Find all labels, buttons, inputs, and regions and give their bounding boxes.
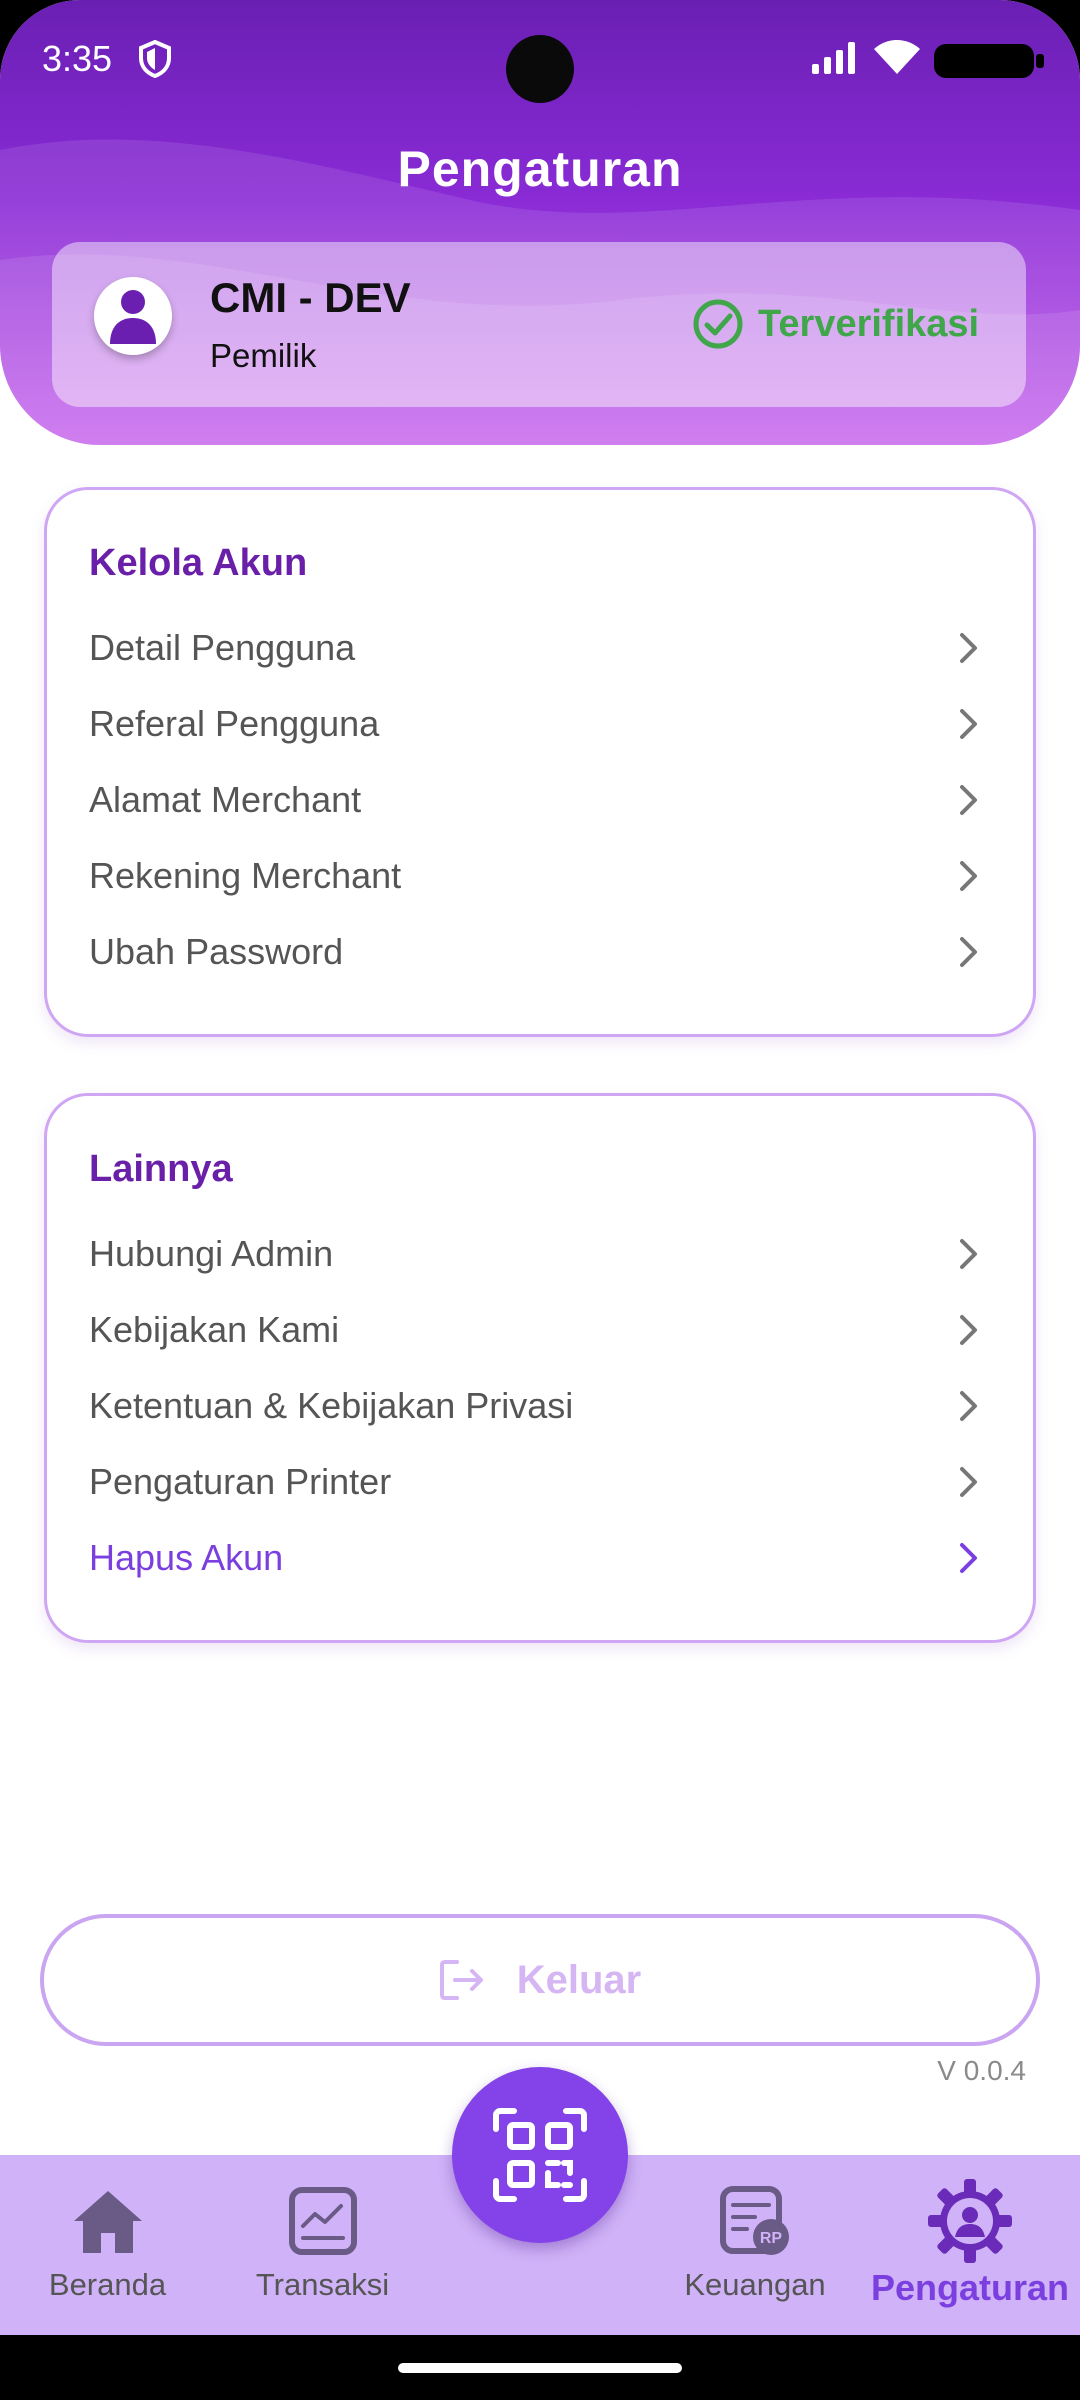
front-camera [506, 35, 574, 103]
menu-item-label: Referal Pengguna [89, 703, 380, 744]
menu-item-ubah-password[interactable]: Ubah Password [89, 914, 989, 990]
home-indicator[interactable] [398, 2363, 682, 2373]
status-time: 3:35 [42, 38, 113, 79]
menu-item-label: Pengaturan Printer [89, 1461, 392, 1502]
chevron-right-icon [949, 1310, 989, 1350]
logout-label: Keluar [516, 1957, 642, 2002]
menu-item-label: Ketentuan & Kebijakan Privasi [89, 1385, 574, 1426]
menu-item-label: Rekening Merchant [89, 855, 402, 896]
nav-item-beranda[interactable]: Beranda [0, 2155, 215, 2335]
logout-icon [439, 1960, 483, 2000]
menu-item-label: Hapus Akun [89, 1537, 284, 1578]
screen: 3:35 Pengaturan CMI - DEV Pemilik Terver… [0, 0, 1080, 2400]
app-version: V 0.0.4 [937, 2055, 1026, 2086]
finance-icon: RP [719, 2183, 791, 2259]
nav-label: Beranda [48, 2267, 167, 2302]
page-title: Pengaturan [397, 141, 683, 197]
nav-item-keuangan[interactable]: RP Keuangan [650, 2155, 860, 2335]
nav-label: Pengaturan [870, 2267, 1070, 2308]
menu-item-hapus-akun[interactable]: Hapus Akun [89, 1520, 989, 1596]
chevron-right-icon [949, 856, 989, 896]
gesture-bar [0, 2335, 1080, 2400]
avatar [94, 277, 172, 355]
chevron-right-icon [949, 628, 989, 668]
svg-text:RP: RP [760, 2230, 783, 2247]
nav-label: Keuangan [684, 2267, 826, 2302]
verified-badge: Terverifikasi [692, 298, 979, 350]
chevron-right-icon [949, 1234, 989, 1274]
menu-item-label: Detail Pengguna [89, 627, 356, 668]
section-title: Kelola Akun [89, 542, 308, 584]
menu-item-referal-pengguna[interactable]: Referal Pengguna [89, 686, 989, 762]
chart-icon [288, 2183, 358, 2259]
verified-label: Terverifikasi [758, 302, 980, 345]
menu-item-detail-pengguna[interactable]: Detail Pengguna [89, 610, 989, 686]
menu-item-label: Kebijakan Kami [89, 1309, 340, 1350]
chevron-right-icon [949, 1462, 989, 1502]
menu-item-ketentuan-kebijakan-privasi[interactable]: Ketentuan & Kebijakan Privasi [89, 1368, 989, 1444]
logout-button[interactable]: Keluar [40, 1914, 1040, 2046]
qr-scan-icon [493, 2108, 587, 2202]
wifi-icon [874, 40, 920, 79]
nav-item-transaksi[interactable]: Transaksi [215, 2155, 430, 2335]
nav-label: Transaksi [255, 2267, 390, 2302]
chevron-right-icon [949, 704, 989, 744]
battery-icon [934, 44, 1046, 83]
chevron-right-icon [949, 932, 989, 972]
menu-item-rekening-merchant[interactable]: Rekening Merchant [89, 838, 989, 914]
menu-item-label: Ubah Password [89, 931, 344, 972]
section-kelola-akun: Kelola Akun Detail Pengguna Referal Peng… [44, 487, 1036, 1037]
user-name: CMI - DEV [210, 274, 411, 321]
menu-item-alamat-merchant[interactable]: Alamat Merchant [89, 762, 989, 838]
gear-user-icon [928, 2179, 1012, 2263]
shield-status-icon [138, 39, 172, 83]
menu-item-kebijakan-kami[interactable]: Kebijakan Kami [89, 1292, 989, 1368]
chevron-right-icon [949, 1538, 989, 1578]
section-title: Lainnya [89, 1148, 233, 1190]
menu-list: Detail Pengguna Referal Pengguna Alamat … [89, 610, 989, 990]
menu-item-pengaturan-printer[interactable]: Pengaturan Printer [89, 1444, 989, 1520]
menu-item-label: Alamat Merchant [89, 779, 362, 820]
chevron-right-icon [949, 780, 989, 820]
nav-item-pengaturan[interactable]: Pengaturan [860, 2155, 1080, 2335]
menu-item-hubungi-admin[interactable]: Hubungi Admin [89, 1216, 989, 1292]
qr-scan-button[interactable] [452, 2067, 628, 2243]
section-lainnya: Lainnya Hubungi Admin Kebijakan Kami Ket… [44, 1093, 1036, 1643]
menu-list: Hubungi Admin Kebijakan Kami Ketentuan &… [89, 1216, 989, 1596]
check-circle-icon [693, 299, 743, 349]
menu-item-label: Hubungi Admin [89, 1233, 334, 1274]
profile-card: CMI - DEV Pemilik Terverifikasi [52, 242, 1026, 407]
status-bar: 3:35 [0, 0, 1080, 120]
user-icon [110, 290, 156, 344]
home-icon [71, 2183, 145, 2259]
header: 3:35 Pengaturan CMI - DEV Pemilik Terver… [0, 0, 1080, 445]
user-role: Pemilik [210, 337, 317, 374]
chevron-right-icon [949, 1386, 989, 1426]
signal-icon [812, 42, 860, 79]
